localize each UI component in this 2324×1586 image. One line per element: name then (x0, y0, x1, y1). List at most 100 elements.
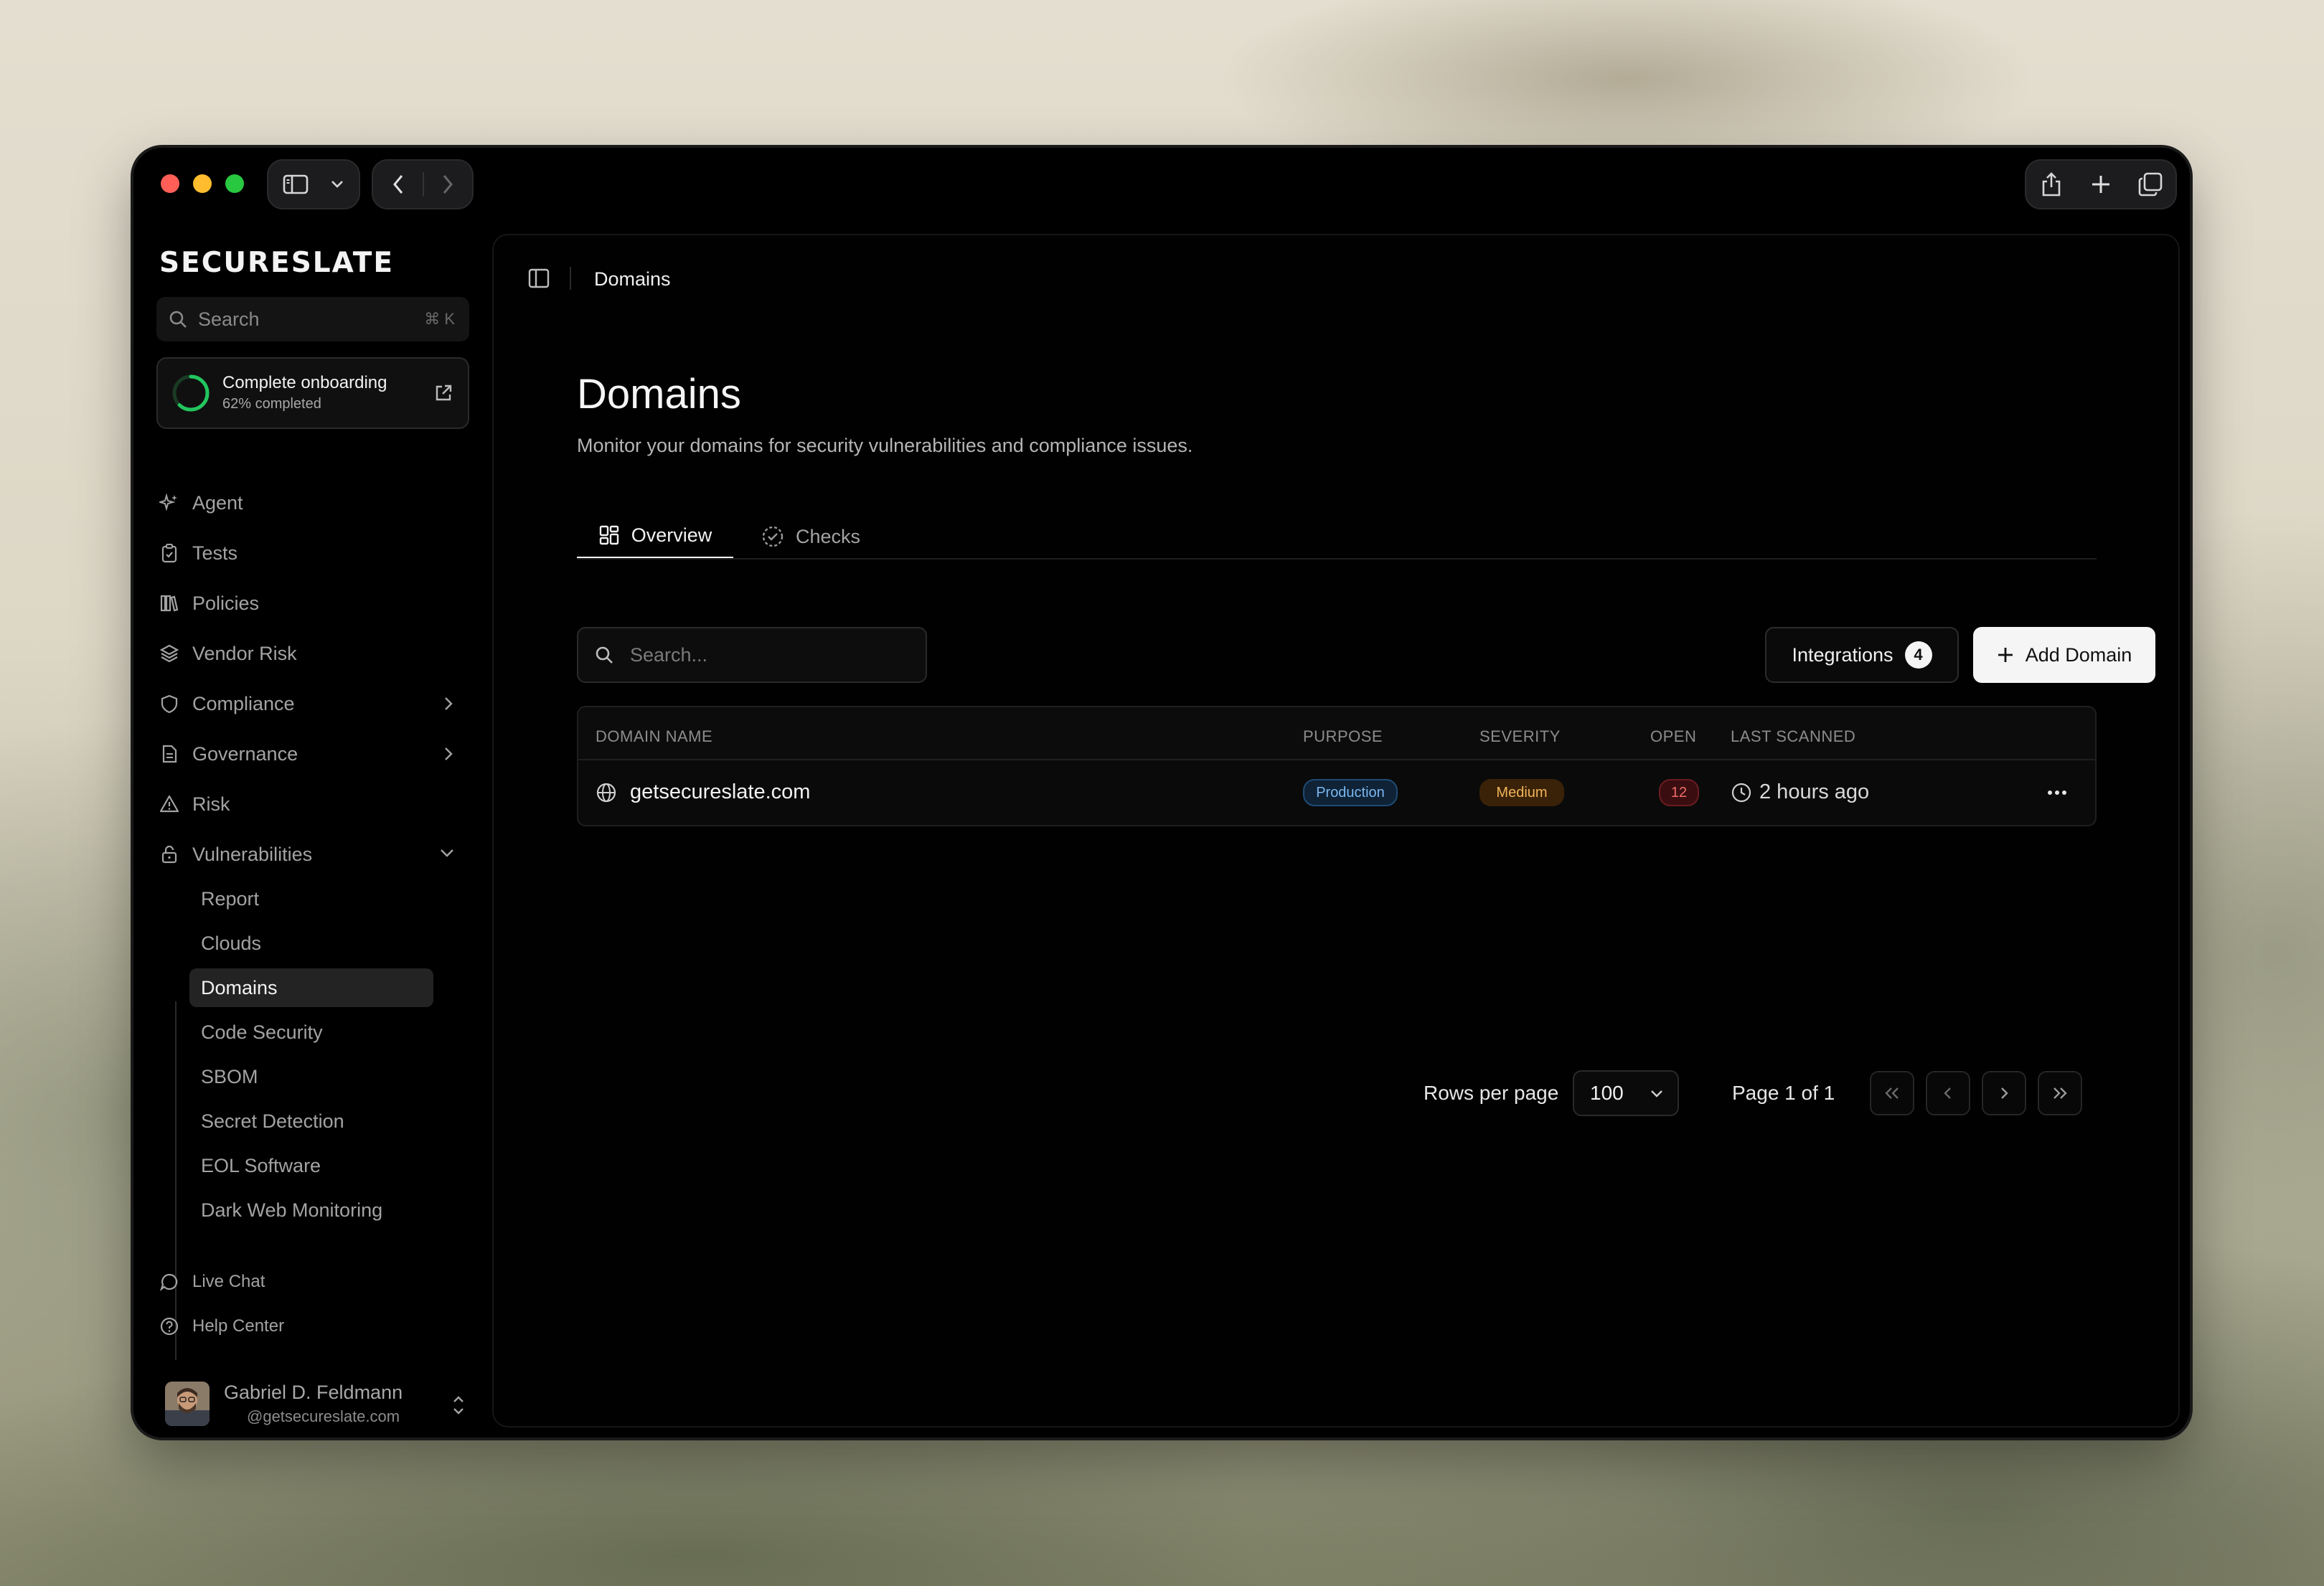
sidebar-layout-icon[interactable] (268, 161, 323, 208)
share-icon[interactable] (2028, 161, 2074, 208)
sidebar-item-vulnerabilities[interactable]: Vulnerabilities (159, 836, 468, 872)
sidebar-item-label: Governance (192, 742, 298, 765)
search-placeholder: Search... (630, 643, 708, 666)
tab-checks[interactable]: Checks (748, 514, 874, 560)
clipboard-check-icon (159, 543, 179, 563)
file-text-icon (159, 744, 179, 764)
column-header-purpose[interactable]: PURPOSE (1303, 727, 1383, 746)
layers-icon (159, 643, 179, 664)
chevron-left-icon (1941, 1085, 1955, 1102)
tab-label: Checks (795, 525, 861, 547)
tab-overview-icon[interactable] (2127, 161, 2173, 208)
search-icon (594, 645, 614, 665)
sidebar-subitem-secret-detection[interactable]: Secret Detection (189, 1102, 433, 1141)
external-link-icon[interactable] (433, 383, 453, 403)
integrations-label: Integrations (1792, 643, 1893, 666)
help-circle-icon (159, 1316, 179, 1336)
onboarding-progress-text: 62% completed (222, 396, 321, 412)
sidebar-subitem-sbom[interactable]: SBOM (189, 1057, 433, 1096)
rows-per-page-value: 100 (1590, 1082, 1624, 1104)
sidebar-item-governance[interactable]: Governance (159, 736, 468, 772)
chevron-down-icon[interactable] (323, 161, 352, 208)
sparkles-icon (159, 493, 179, 513)
domain-search-input[interactable]: Search... (577, 627, 927, 683)
column-header-open[interactable]: OPEN (1650, 727, 1696, 746)
clock-icon (1731, 782, 1752, 803)
back-arrow-icon[interactable] (373, 161, 423, 208)
shield-icon (159, 694, 179, 714)
add-domain-label: Add Domain (2025, 643, 2132, 666)
sidebar-item-live-chat[interactable]: Live Chat (159, 1264, 468, 1300)
sidebar-subitem-dark-web-monitoring[interactable]: Dark Web Monitoring (189, 1191, 433, 1229)
sidebar-item-label: Agent (192, 491, 243, 514)
sidebar-item-label: Help Center (192, 1316, 285, 1336)
avatar (165, 1382, 210, 1426)
last-page-button[interactable] (2038, 1071, 2082, 1115)
sidebar-search-placeholder: Search (198, 308, 260, 330)
sidebar-item-label: Risk (192, 793, 230, 815)
tabs-divider (577, 558, 2097, 560)
sidebar-item-tests[interactable]: Tests (159, 535, 468, 571)
tab-overview[interactable]: Overview (577, 514, 733, 560)
onboarding-card[interactable]: Complete onboarding 62% completed (156, 357, 469, 429)
integrations-button[interactable]: Integrations 4 (1765, 627, 1959, 683)
column-header-domain[interactable]: DOMAIN NAME (596, 727, 712, 746)
plus-icon (1997, 646, 2014, 664)
domain-name-cell[interactable]: getsecureslate.com (630, 780, 810, 804)
forward-arrow-icon[interactable] (424, 161, 472, 208)
table-row[interactable]: getsecureslate.com Production Medium 12 … (578, 759, 2095, 825)
sidebar-item-label: Tests (192, 542, 238, 564)
add-domain-button[interactable]: Add Domain (1973, 627, 2155, 683)
sidebar-subitem-clouds[interactable]: Clouds (189, 924, 433, 963)
new-tab-plus-icon[interactable] (2078, 161, 2124, 208)
sidebar-item-agent[interactable]: Agent (159, 485, 468, 521)
chevron-down-icon (1649, 1086, 1665, 1102)
header-divider (570, 267, 571, 290)
rows-per-page-select[interactable]: 100 (1573, 1070, 1679, 1116)
message-circle-icon (159, 1272, 179, 1292)
chevron-down-icon (438, 845, 456, 861)
sidebar-item-risk[interactable]: Risk (159, 786, 468, 822)
first-page-button[interactable] (1870, 1071, 1914, 1115)
history-nav-group (372, 159, 474, 209)
chevrons-left-icon (1883, 1085, 1901, 1102)
browser-actions-group (2025, 159, 2177, 209)
domains-table: DOMAIN NAME PURPOSE SEVERITY OPEN LAST S… (577, 706, 2097, 826)
zoom-window-button[interactable] (225, 174, 244, 193)
onboarding-progress-ring (172, 374, 210, 412)
sidebar-toggle-group (267, 159, 360, 209)
chevron-right-icon (1997, 1085, 2011, 1102)
integrations-count-badge: 4 (1904, 641, 1932, 669)
user-name: Gabriel D. Feldmann (224, 1382, 403, 1403)
sidebar-subitem-domains[interactable]: Domains (189, 968, 433, 1007)
chevrons-up-down-icon (451, 1393, 466, 1417)
app-logo[interactable]: SECURESLATE (159, 247, 394, 279)
sidebar-search[interactable]: Search ⌘ K (156, 297, 469, 341)
library-icon (159, 593, 179, 613)
browser-toolbar (133, 148, 2190, 222)
sidebar-item-help-center[interactable]: Help Center (159, 1308, 468, 1344)
sidebar-subitem-eol-software[interactable]: EOL Software (189, 1146, 433, 1185)
sidebar-item-label: Compliance (192, 692, 295, 714)
sidebar-item-label: Policies (192, 592, 260, 614)
minimize-window-button[interactable] (193, 174, 212, 193)
circle-check-icon (761, 525, 784, 548)
sidebar-item-policies[interactable]: Policies (159, 585, 468, 621)
user-menu[interactable]: Gabriel D. Feldmann @getsecureslate.com (165, 1380, 466, 1430)
layout-dashboard-icon (598, 524, 620, 546)
column-header-severity[interactable]: SEVERITY (1479, 727, 1561, 746)
panel-toggle-icon[interactable] (528, 268, 550, 288)
sidebar-item-vendor-risk[interactable]: Vendor Risk (159, 636, 468, 671)
previous-page-button[interactable] (1926, 1071, 1970, 1115)
chevrons-right-icon (2051, 1085, 2069, 1102)
close-window-button[interactable] (161, 174, 179, 193)
more-horizontal-icon[interactable] (2045, 780, 2069, 805)
column-header-last-scanned[interactable]: LAST SCANNED (1731, 727, 1855, 746)
sidebar-subitem-code-security[interactable]: Code Security (189, 1013, 433, 1052)
open-count-badge: 12 (1659, 779, 1699, 806)
breadcrumb: Domains (594, 268, 671, 290)
next-page-button[interactable] (1982, 1071, 2026, 1115)
chevron-right-icon (441, 694, 456, 713)
sidebar-item-compliance[interactable]: Compliance (159, 686, 468, 722)
sidebar-subitem-report[interactable]: Report (189, 879, 433, 918)
